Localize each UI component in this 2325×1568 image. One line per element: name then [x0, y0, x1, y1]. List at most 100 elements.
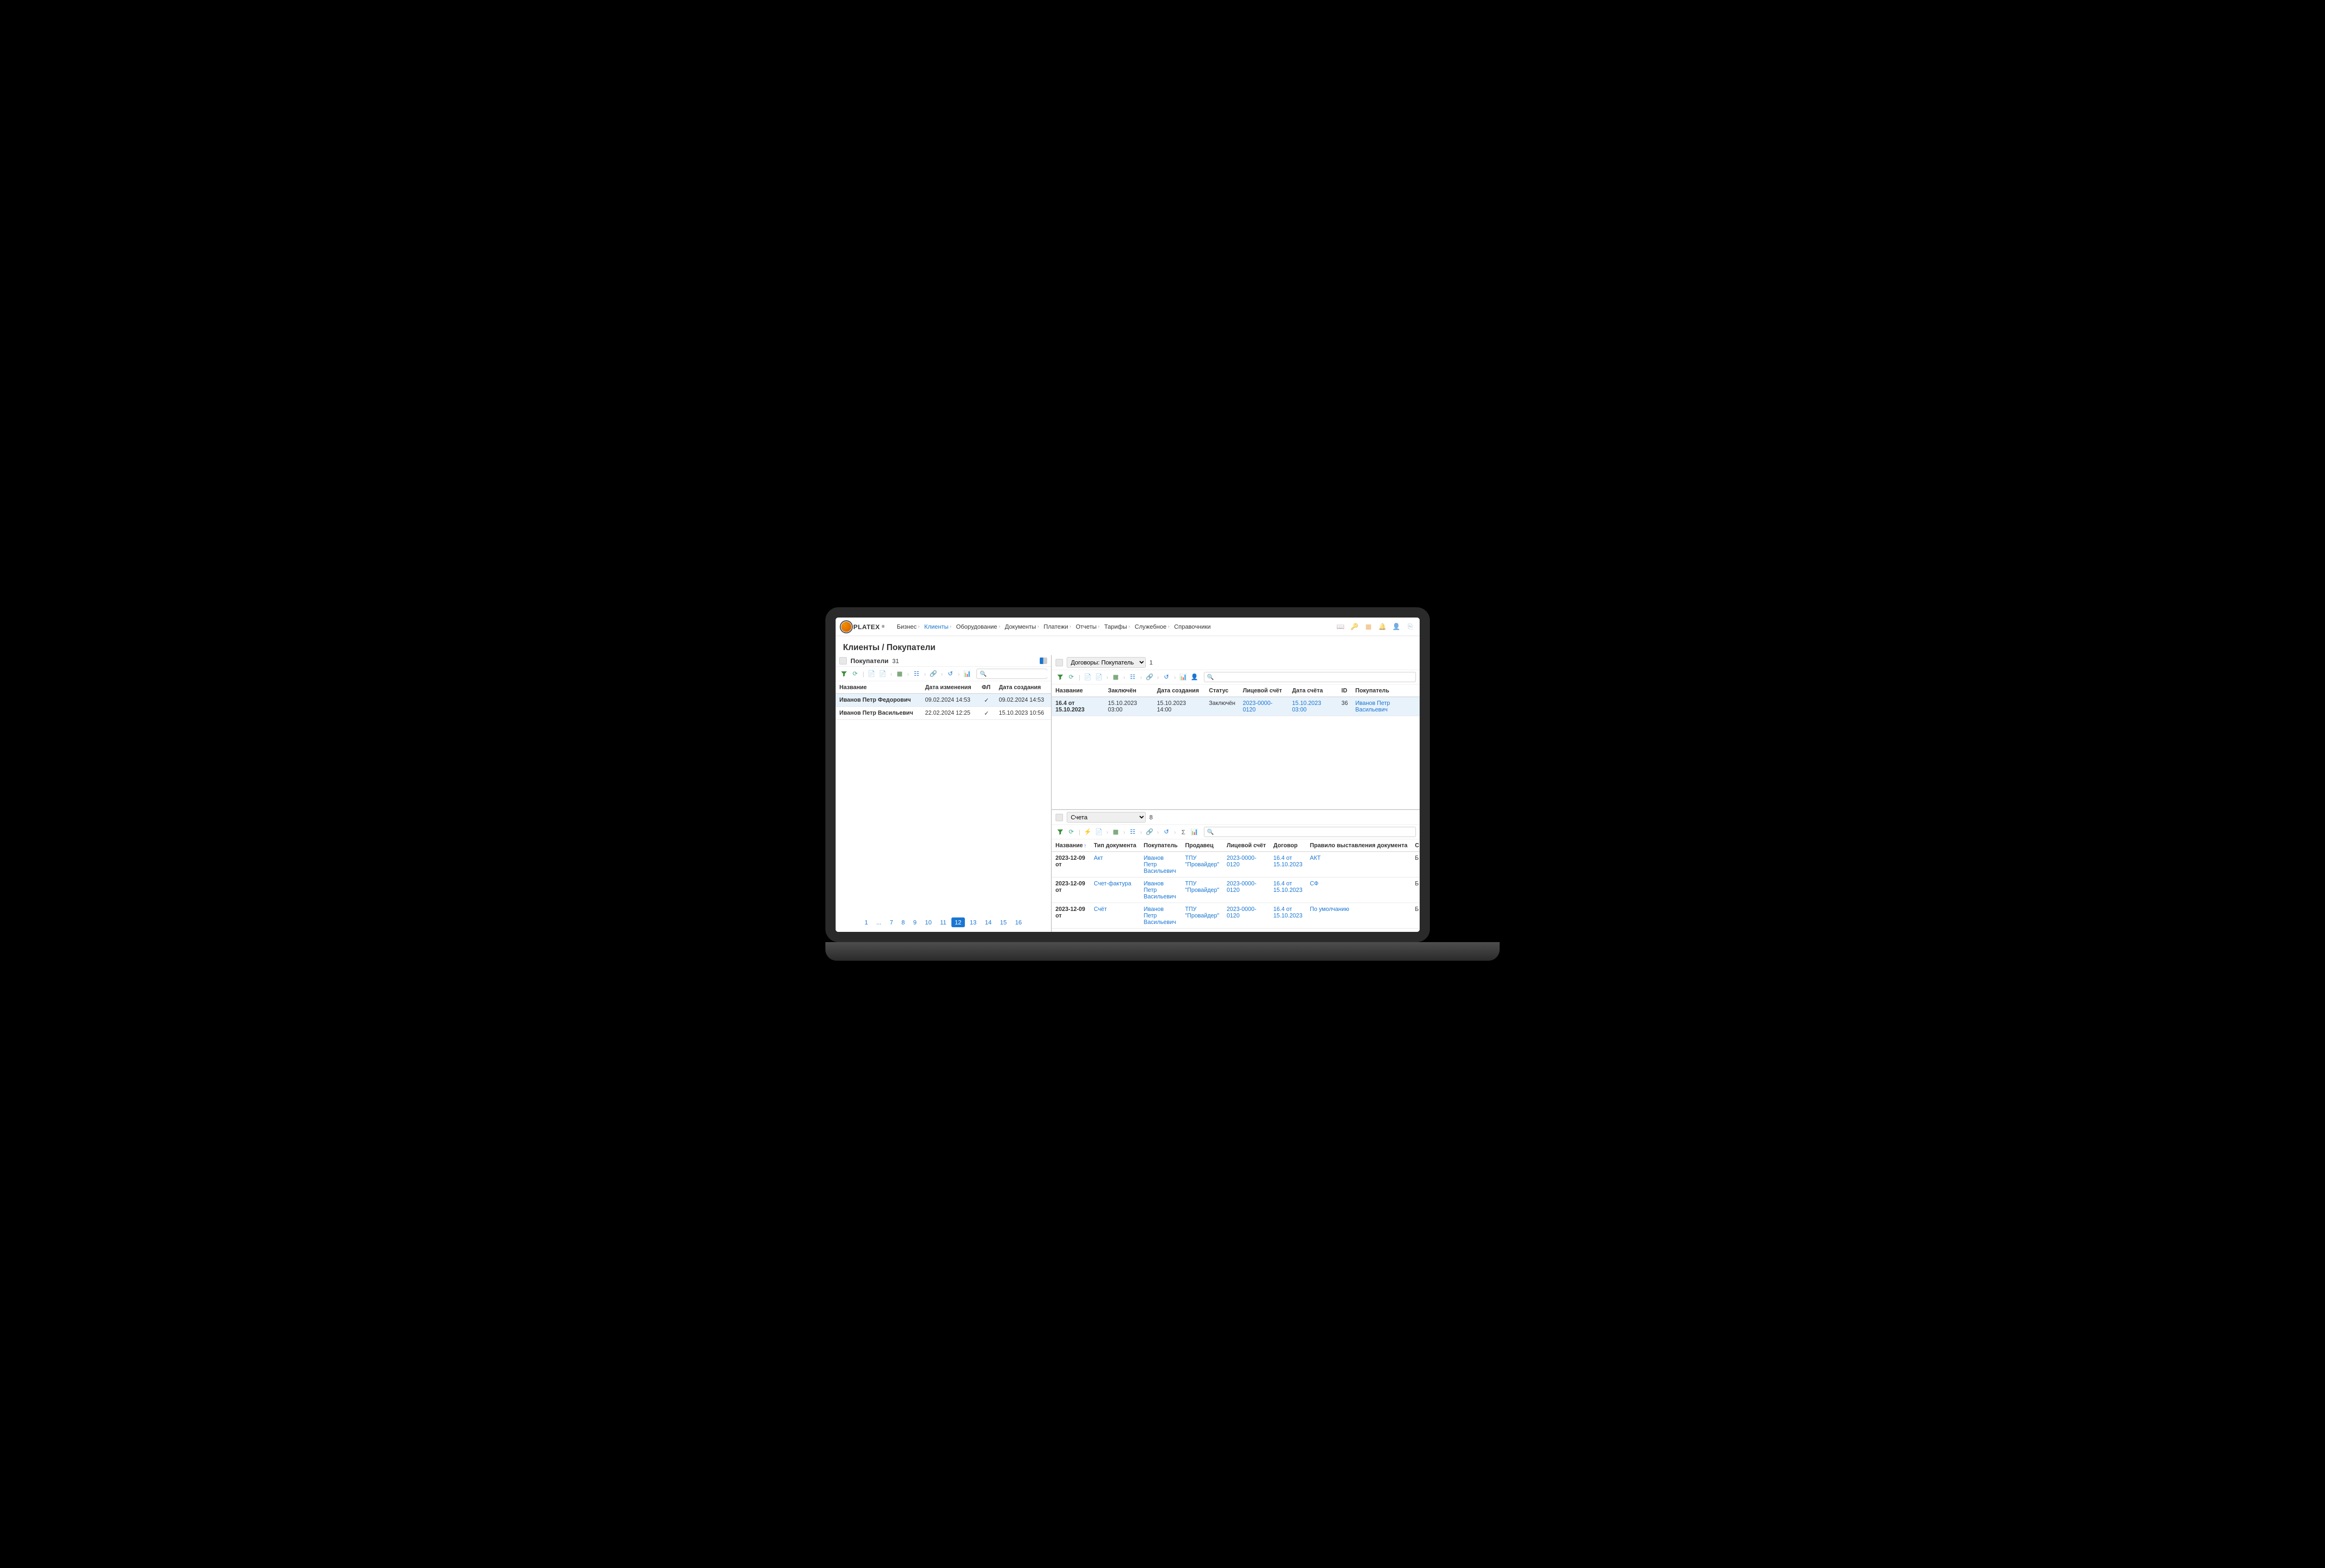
- nav-справочники[interactable]: Справочники: [1172, 621, 1213, 632]
- new-doc-icon[interactable]: 📄: [1083, 672, 1092, 682]
- rule-link[interactable]: По умолчанию: [1310, 906, 1349, 912]
- refresh-icon[interactable]: ⟳: [850, 669, 860, 678]
- page-15[interactable]: 15: [996, 917, 1010, 927]
- col-header[interactable]: Название↑: [1052, 839, 1090, 852]
- seller-link[interactable]: ТПУ "Провайдер": [1185, 906, 1219, 919]
- buyers-search[interactable]: 🔍: [976, 669, 1047, 679]
- page-7[interactable]: 7: [886, 917, 896, 927]
- invoices-search[interactable]: 🔍: [1204, 827, 1416, 837]
- new-doc-icon[interactable]: 📄: [867, 669, 876, 678]
- table-row[interactable]: 2023-12-09 отСчет-фактураИванов Петр Вас…: [1052, 877, 1420, 903]
- refresh-icon[interactable]: ⟳: [1067, 827, 1076, 837]
- table-row[interactable]: 2023-12-09 отАктИванов Петр ВасильевичТП…: [1052, 852, 1420, 877]
- nav-клиенты[interactable]: Клиенты›: [923, 621, 953, 632]
- seller-link[interactable]: ТПУ "Провайдер": [1185, 880, 1219, 893]
- account-link[interactable]: 2023-0000-0120: [1227, 931, 1256, 932]
- chart-icon[interactable]: 📊: [1179, 672, 1188, 682]
- col-header[interactable]: Покупатель: [1352, 684, 1420, 697]
- link-icon[interactable]: 🔗: [1145, 827, 1154, 837]
- link-icon[interactable]: 🔗: [929, 669, 938, 678]
- col-header[interactable]: ФЛ: [978, 681, 995, 694]
- col-header[interactable]: Название: [1052, 684, 1104, 697]
- nav-платежи[interactable]: Платежи›: [1042, 621, 1073, 632]
- table-icon[interactable]: ▦: [1111, 827, 1120, 837]
- logo[interactable]: PLATEX®: [841, 622, 885, 632]
- filter-icon[interactable]: [1056, 827, 1065, 837]
- page-12[interactable]: 12: [951, 917, 964, 927]
- invoices-search-input[interactable]: [1216, 829, 1413, 835]
- refresh-icon[interactable]: ⟳: [1067, 672, 1076, 682]
- table-row[interactable]: 16.4 от 15.10.202315.10.2023 03:0015.10.…: [1052, 697, 1420, 716]
- table-row[interactable]: Иванов Петр Васильевич22.02.2024 12:25✓1…: [836, 707, 1051, 720]
- panel-config-icon[interactable]: [839, 657, 847, 664]
- col-header[interactable]: Статус: [1205, 684, 1239, 697]
- nav-служебное[interactable]: Служебное›: [1133, 621, 1171, 632]
- account-link[interactable]: 2023-0000-0120: [1243, 700, 1273, 713]
- tree-icon[interactable]: ☷: [1128, 672, 1137, 682]
- doctype-link[interactable]: Счёт: [1094, 906, 1107, 912]
- page-...[interactable]: ...: [873, 917, 885, 927]
- rule-link[interactable]: СФ: [1310, 931, 1319, 932]
- billdate-link[interactable]: 15.10.2023 03:00: [1292, 700, 1322, 713]
- tree-icon[interactable]: ☷: [912, 669, 921, 678]
- nav-бизнес[interactable]: Бизнес›: [895, 621, 922, 632]
- layout-icon[interactable]: [1040, 658, 1047, 664]
- edit-icon[interactable]: 📄: [878, 669, 887, 678]
- account-link[interactable]: 2023-0000-0120: [1227, 906, 1256, 919]
- page-10[interactable]: 10: [922, 917, 935, 927]
- col-header[interactable]: Заключён: [1104, 684, 1153, 697]
- contract-link[interactable]: 16.4 от 15.10.2023: [1273, 931, 1302, 932]
- seller-link[interactable]: ТПУ "Провайдер": [1185, 855, 1219, 868]
- col-header[interactable]: Договор: [1269, 839, 1306, 852]
- contracts-search[interactable]: 🔍: [1204, 672, 1416, 682]
- col-header[interactable]: Тип документа: [1090, 839, 1140, 852]
- rule-link[interactable]: СФ: [1310, 880, 1319, 887]
- table-icon[interactable]: ▦: [895, 669, 904, 678]
- page-13[interactable]: 13: [967, 917, 980, 927]
- bolt-icon[interactable]: ⚡: [1083, 827, 1092, 837]
- contracts-search-input[interactable]: [1216, 674, 1413, 680]
- buyer-link[interactable]: Иванов Петр Васильевич: [1144, 906, 1176, 925]
- nav-документы[interactable]: Документы›: [1003, 621, 1041, 632]
- page-11[interactable]: 11: [937, 917, 950, 927]
- reload-icon[interactable]: ↺: [1162, 827, 1171, 837]
- contract-link[interactable]: 16.4 от 15.10.2023: [1273, 906, 1302, 919]
- nav-оборудование[interactable]: Оборудование›: [954, 621, 1002, 632]
- page-16[interactable]: 16: [1012, 917, 1025, 927]
- chart-icon[interactable]: 📊: [1190, 827, 1199, 837]
- table-icon[interactable]: ▦: [1111, 672, 1120, 682]
- nav-тарифы[interactable]: Тарифы›: [1103, 621, 1132, 632]
- table-row[interactable]: Иванов Петр Федорович09.02.2024 14:53✓09…: [836, 694, 1051, 707]
- buyer-link[interactable]: Иванов Петр Васильевич: [1144, 855, 1176, 874]
- tree-icon[interactable]: ☷: [1128, 827, 1137, 837]
- filter-icon[interactable]: [1056, 672, 1065, 682]
- link-icon[interactable]: 🔗: [1145, 672, 1154, 682]
- col-header[interactable]: Покупатель: [1140, 839, 1182, 852]
- page-8[interactable]: 8: [898, 917, 908, 927]
- col-header[interactable]: Продавец: [1182, 839, 1223, 852]
- rule-link[interactable]: АКТ: [1310, 855, 1321, 861]
- col-header[interactable]: Дата создания: [1153, 684, 1205, 697]
- bell-icon[interactable]: 🔔: [1379, 623, 1386, 631]
- page-9[interactable]: 9: [910, 917, 920, 927]
- doctype-link[interactable]: Счет-фактура: [1094, 880, 1131, 887]
- reload-icon[interactable]: ↺: [946, 669, 955, 678]
- key-icon[interactable]: 🔑: [1351, 623, 1358, 631]
- exit-icon[interactable]: ⎘: [1407, 623, 1414, 631]
- invoices-select[interactable]: Счета: [1067, 812, 1146, 823]
- col-header[interactable]: Дата счёта: [1289, 684, 1338, 697]
- panel-config-icon[interactable]: [1056, 659, 1063, 666]
- user-icon[interactable]: 👤: [1190, 672, 1199, 682]
- col-header[interactable]: Лицевой счёт: [1239, 684, 1289, 697]
- doctype-link[interactable]: Счет-фактура: [1094, 931, 1131, 932]
- buyer-link[interactable]: Иванов Петр Васильевич: [1144, 931, 1176, 932]
- col-header[interactable]: Лицевой счёт: [1223, 839, 1269, 852]
- grid-icon[interactable]: ▦: [1365, 623, 1372, 631]
- account-link[interactable]: 2023-0000-0120: [1227, 880, 1256, 893]
- table-row[interactable]: 2023-12-09 отСчётИванов Петр ВасильевичТ…: [1052, 903, 1420, 929]
- nav-отчеты[interactable]: Отчеты›: [1074, 621, 1101, 632]
- edit-icon[interactable]: 📄: [1094, 827, 1103, 837]
- buyer-link[interactable]: Иванов Петр Васильевич: [1144, 880, 1176, 900]
- filter-icon[interactable]: [839, 669, 849, 678]
- doctype-link[interactable]: Акт: [1094, 855, 1103, 861]
